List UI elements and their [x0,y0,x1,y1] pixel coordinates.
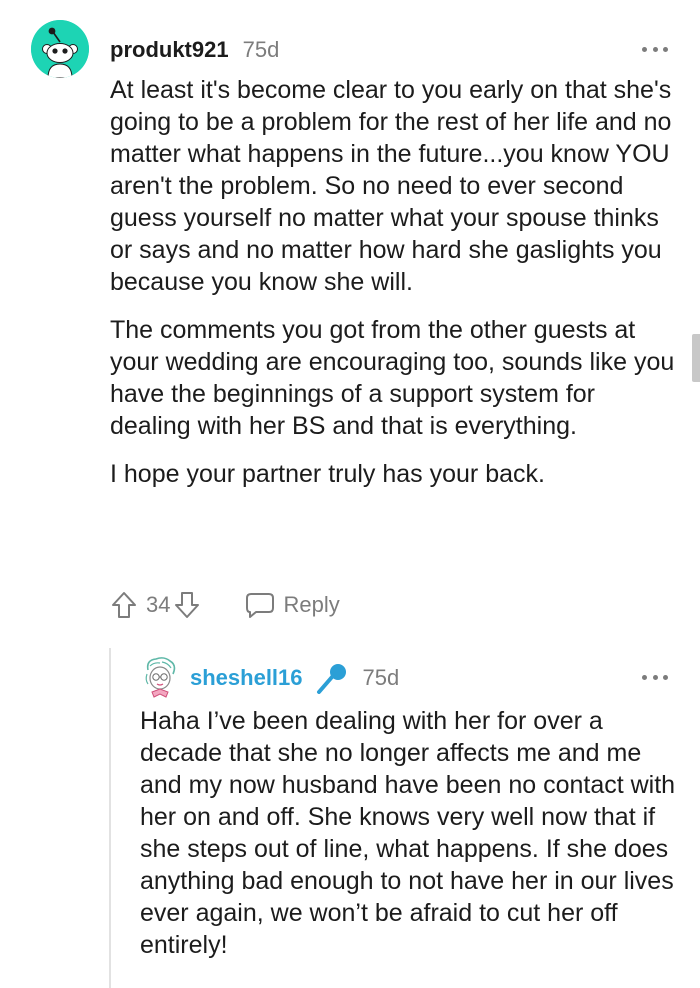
reply-timestamp: 75d [362,665,400,690]
more-options-icon [652,46,658,52]
comment-timestamp: 75d [242,37,280,62]
comment-paragraph: I hope your partner truly has your back. [110,460,545,488]
more-options-icon [642,46,647,52]
more-options-icon [642,674,647,680]
more-options-icon [663,46,668,52]
comment-username[interactable]: produkt921 [110,37,229,63]
comment-paragraph: At least it's become clear to you early … [110,76,672,296]
snoo-avatar-icon [31,20,89,78]
upvote-arrow-icon[interactable] [110,590,138,620]
user-avatar[interactable] [31,20,89,78]
reply-paragraph: Haha I’ve been dealing with her for over… [140,707,676,959]
vote-score: 34 [146,592,171,617]
speech-bubble-icon [246,593,275,618]
scrollbar-thumb[interactable] [692,334,700,382]
sketch-face-avatar-icon [145,657,176,698]
reply-label: Reply [283,592,340,617]
downvote-arrow-icon[interactable] [173,590,201,620]
reply-body: Haha I’ve been dealing with her for over… [140,705,685,961]
comment-paragraph: The comments you got from the other gues… [110,316,675,440]
comment-body: At least it's become clear to you early … [110,74,680,506]
comment-header: produkt921 75d [110,36,279,64]
reply-username[interactable]: sheshell16 [190,665,303,691]
reply-more-options-button[interactable] [642,672,668,682]
reply-header: sheshell16 75d [190,664,400,694]
thread-line[interactable] [109,648,111,988]
microphone-icon [316,664,346,694]
reply-avatar[interactable] [140,656,180,698]
more-options-icon [663,674,668,680]
more-options-icon [652,674,658,680]
comment-actions: 34 Reply [110,588,340,622]
reply-button[interactable]: Reply [245,591,340,619]
comment-more-options-button[interactable] [642,44,668,54]
